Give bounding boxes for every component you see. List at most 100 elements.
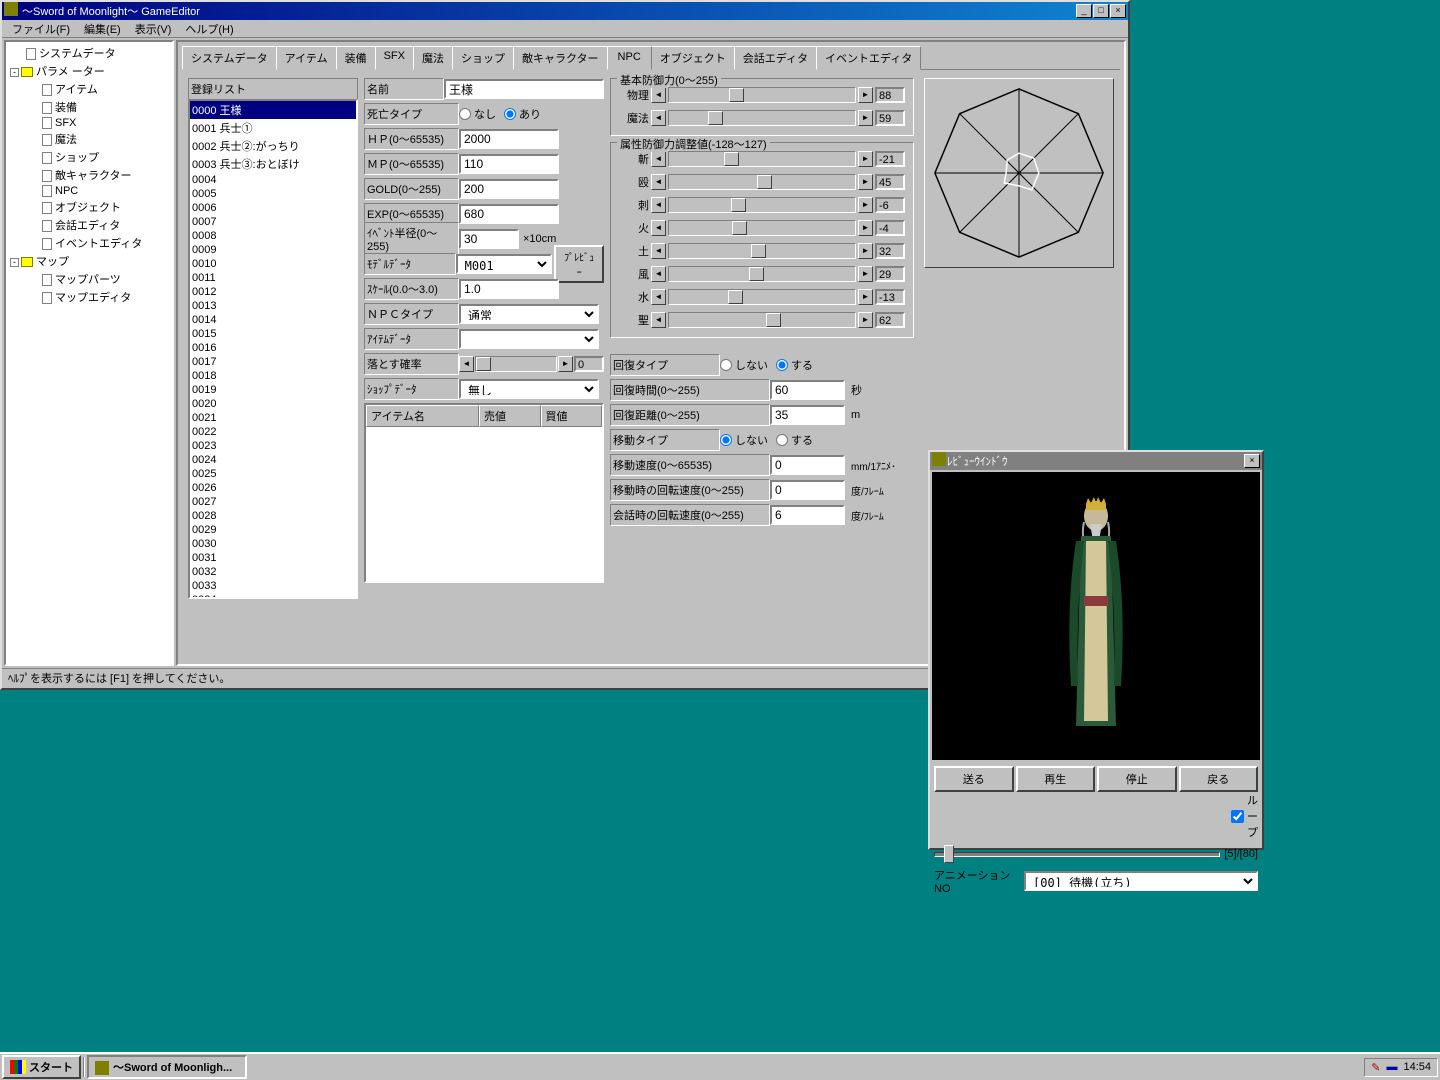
tree-node[interactable]: オブジェクト: [8, 198, 170, 216]
list-item[interactable]: 0015: [190, 327, 356, 341]
tree-node[interactable]: 装備: [8, 98, 170, 116]
scale-input[interactable]: [459, 279, 559, 299]
tree-toggle-icon[interactable]: -: [10, 258, 19, 267]
hp-input[interactable]: [459, 129, 559, 149]
list-item[interactable]: 0032: [190, 565, 356, 579]
minimize-button[interactable]: _: [1076, 4, 1092, 18]
recovery-no-radio[interactable]: [720, 359, 732, 371]
attr-track[interactable]: [668, 243, 856, 259]
tree-node[interactable]: 会話エディタ: [8, 216, 170, 234]
attr-right-arrow[interactable]: ►: [858, 151, 873, 167]
preview-戻る-button[interactable]: 戻る: [1179, 766, 1259, 792]
list-item[interactable]: 0017: [190, 355, 356, 369]
list-item[interactable]: 0010: [190, 257, 356, 271]
item-col-sell[interactable]: 売値: [479, 405, 541, 427]
item-col-buy[interactable]: 買値: [541, 405, 603, 427]
list-item[interactable]: 0031: [190, 551, 356, 565]
attr-right-arrow[interactable]: ►: [858, 197, 873, 213]
list-item[interactable]: 0026: [190, 481, 356, 495]
list-item[interactable]: 0027: [190, 495, 356, 509]
tree-node[interactable]: SFX: [8, 116, 170, 130]
attr-track[interactable]: [668, 151, 856, 167]
preview-再生-button[interactable]: 再生: [1016, 766, 1096, 792]
menu-item[interactable]: ファイル(F): [6, 19, 76, 39]
modeldata-select[interactable]: M001: [456, 254, 553, 274]
attr-left-arrow[interactable]: ◄: [651, 197, 666, 213]
preview-停止-button[interactable]: 停止: [1097, 766, 1177, 792]
death-yes-radio[interactable]: [504, 108, 516, 120]
attr-left-arrow[interactable]: ◄: [651, 220, 666, 236]
tab-会話エディタ[interactable]: 会話エディタ: [734, 46, 817, 70]
list-item[interactable]: 0030: [190, 537, 356, 551]
preview-button[interactable]: ﾌﾟﾚﾋﾞｭｰ: [554, 245, 604, 283]
tree-view[interactable]: システムデータ-パラメ ーターアイテム装備SFX魔法ショップ敵キャラクターNPC…: [4, 40, 174, 666]
list-item[interactable]: 0005: [190, 187, 356, 201]
list-item[interactable]: 0011: [190, 271, 356, 285]
tab-システムデータ[interactable]: システムデータ: [182, 46, 277, 70]
list-item[interactable]: 0002 兵士②:がっちり: [190, 137, 356, 155]
maximize-button[interactable]: □: [1093, 4, 1109, 18]
list-item[interactable]: 0012: [190, 285, 356, 299]
list-item[interactable]: 0006: [190, 201, 356, 215]
move-speed-input[interactable]: [770, 455, 845, 475]
menu-item[interactable]: ヘルプ(H): [179, 19, 239, 39]
list-item[interactable]: 0023: [190, 439, 356, 453]
move-yes-radio[interactable]: [776, 434, 788, 446]
list-item[interactable]: 0008: [190, 229, 356, 243]
itemdata-select[interactable]: [459, 329, 599, 349]
tab-イベントエディタ[interactable]: イベントエディタ: [816, 46, 921, 70]
attr-left-arrow[interactable]: ◄: [651, 243, 666, 259]
tab-敵キャラクター[interactable]: 敵キャラクター: [513, 46, 608, 70]
list-item[interactable]: 0020: [190, 397, 356, 411]
list-item[interactable]: 0034: [190, 593, 356, 599]
list-item[interactable]: 0028: [190, 509, 356, 523]
gold-input[interactable]: [459, 179, 559, 199]
list-item[interactable]: 0004: [190, 173, 356, 187]
attr-track[interactable]: [668, 312, 856, 328]
droprate-track[interactable]: [475, 356, 557, 372]
recovery-dist-input[interactable]: [770, 405, 845, 425]
list-item[interactable]: 0001 兵士①: [190, 119, 356, 137]
talkrot-input[interactable]: [770, 505, 845, 525]
list-item[interactable]: 0000 王様: [190, 101, 356, 119]
tree-node[interactable]: 魔法: [8, 130, 170, 148]
list-item[interactable]: 0016: [190, 341, 356, 355]
attr-track[interactable]: [668, 174, 856, 190]
name-input[interactable]: [444, 79, 604, 99]
menu-item[interactable]: 編集(E): [78, 19, 127, 39]
tree-node[interactable]: -マップ: [8, 252, 170, 270]
list-item[interactable]: 0033: [190, 579, 356, 593]
attr-track[interactable]: [668, 289, 856, 305]
move-no-radio[interactable]: [720, 434, 732, 446]
anim-no-select[interactable]: [00] 待機(立ち): [1024, 871, 1258, 891]
attr-left-arrow[interactable]: ◄: [651, 289, 666, 305]
attr-track[interactable]: [668, 266, 856, 282]
attr-left-arrow[interactable]: ◄: [651, 266, 666, 282]
mag-track[interactable]: [668, 110, 856, 126]
tree-node[interactable]: NPC: [8, 184, 170, 198]
list-item[interactable]: 0018: [190, 369, 356, 383]
tab-NPC[interactable]: NPC: [607, 46, 652, 70]
menu-item[interactable]: 表示(V): [129, 19, 178, 39]
droprate-right-arrow[interactable]: ►: [558, 356, 573, 372]
list-item[interactable]: 0009: [190, 243, 356, 257]
preview-送る-button[interactable]: 送る: [934, 766, 1014, 792]
phys-right-arrow[interactable]: ►: [858, 87, 873, 103]
attr-right-arrow[interactable]: ►: [858, 220, 873, 236]
preview-close-button[interactable]: ×: [1244, 454, 1260, 468]
attr-track[interactable]: [668, 220, 856, 236]
close-button[interactable]: ×: [1110, 4, 1126, 18]
recovery-time-input[interactable]: [770, 380, 845, 400]
movrot-input[interactable]: [770, 480, 845, 500]
tree-node[interactable]: 敵キャラクター: [8, 166, 170, 184]
list-item[interactable]: 0014: [190, 313, 356, 327]
attr-left-arrow[interactable]: ◄: [651, 174, 666, 190]
attr-track[interactable]: [668, 197, 856, 213]
tray-icon-pen[interactable]: ✎: [1371, 1061, 1380, 1074]
tree-node[interactable]: イベントエディタ: [8, 234, 170, 252]
tree-node[interactable]: マップエディタ: [8, 288, 170, 306]
list-item[interactable]: 0013: [190, 299, 356, 313]
droprate-left-arrow[interactable]: ◄: [459, 356, 474, 372]
tree-node[interactable]: -パラメ ーター: [8, 62, 170, 80]
mag-left-arrow[interactable]: ◄: [651, 110, 666, 126]
